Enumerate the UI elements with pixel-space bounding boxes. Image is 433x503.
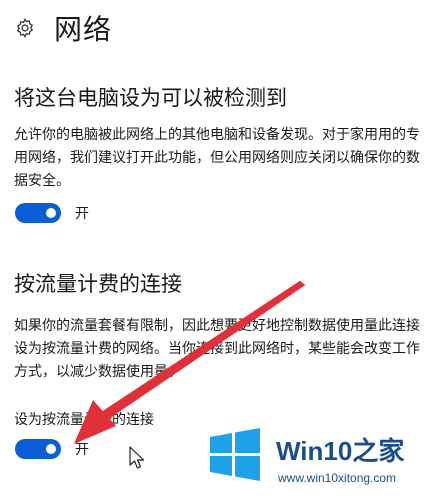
page-header: 网络 bbox=[14, 8, 112, 48]
toggle-knob bbox=[46, 208, 56, 218]
metered-field-label: 设为按流量计费的连接 bbox=[14, 412, 154, 428]
watermark-url: www.win10xitong.com bbox=[278, 471, 397, 485]
metered-toggle[interactable] bbox=[15, 439, 61, 459]
discovery-toggle-row: 开 bbox=[15, 203, 89, 223]
metered-description: 如果你的流量套餐有限制，因此想要更好地控制数据使用量此连接设为按流量计费的网络。… bbox=[14, 318, 420, 380]
metered-toggle-state: 开 bbox=[75, 442, 89, 458]
metered-toggle-row: 开 bbox=[15, 439, 89, 459]
gear-icon[interactable] bbox=[14, 17, 36, 39]
discovery-section-title: 将这台电脑设为可以被检测到 bbox=[14, 86, 287, 110]
discovery-toggle-state: 开 bbox=[75, 206, 89, 222]
discovery-toggle[interactable] bbox=[15, 203, 61, 223]
mouse-cursor-icon bbox=[129, 446, 145, 469]
watermark: Win10之家 www.win10xitong.com bbox=[200, 403, 433, 503]
windows-logo-icon bbox=[210, 428, 260, 481]
discovery-description: 允许你的电脑被此网络上的其他电脑和设备发现。对于家用用的专用网络，我们建议打开此… bbox=[14, 127, 420, 189]
metered-section-title: 按流量计费的连接 bbox=[14, 272, 182, 296]
page-title: 网络 bbox=[54, 13, 113, 46]
toggle-knob bbox=[46, 444, 56, 454]
watermark-title: Win10之家 bbox=[276, 436, 405, 466]
